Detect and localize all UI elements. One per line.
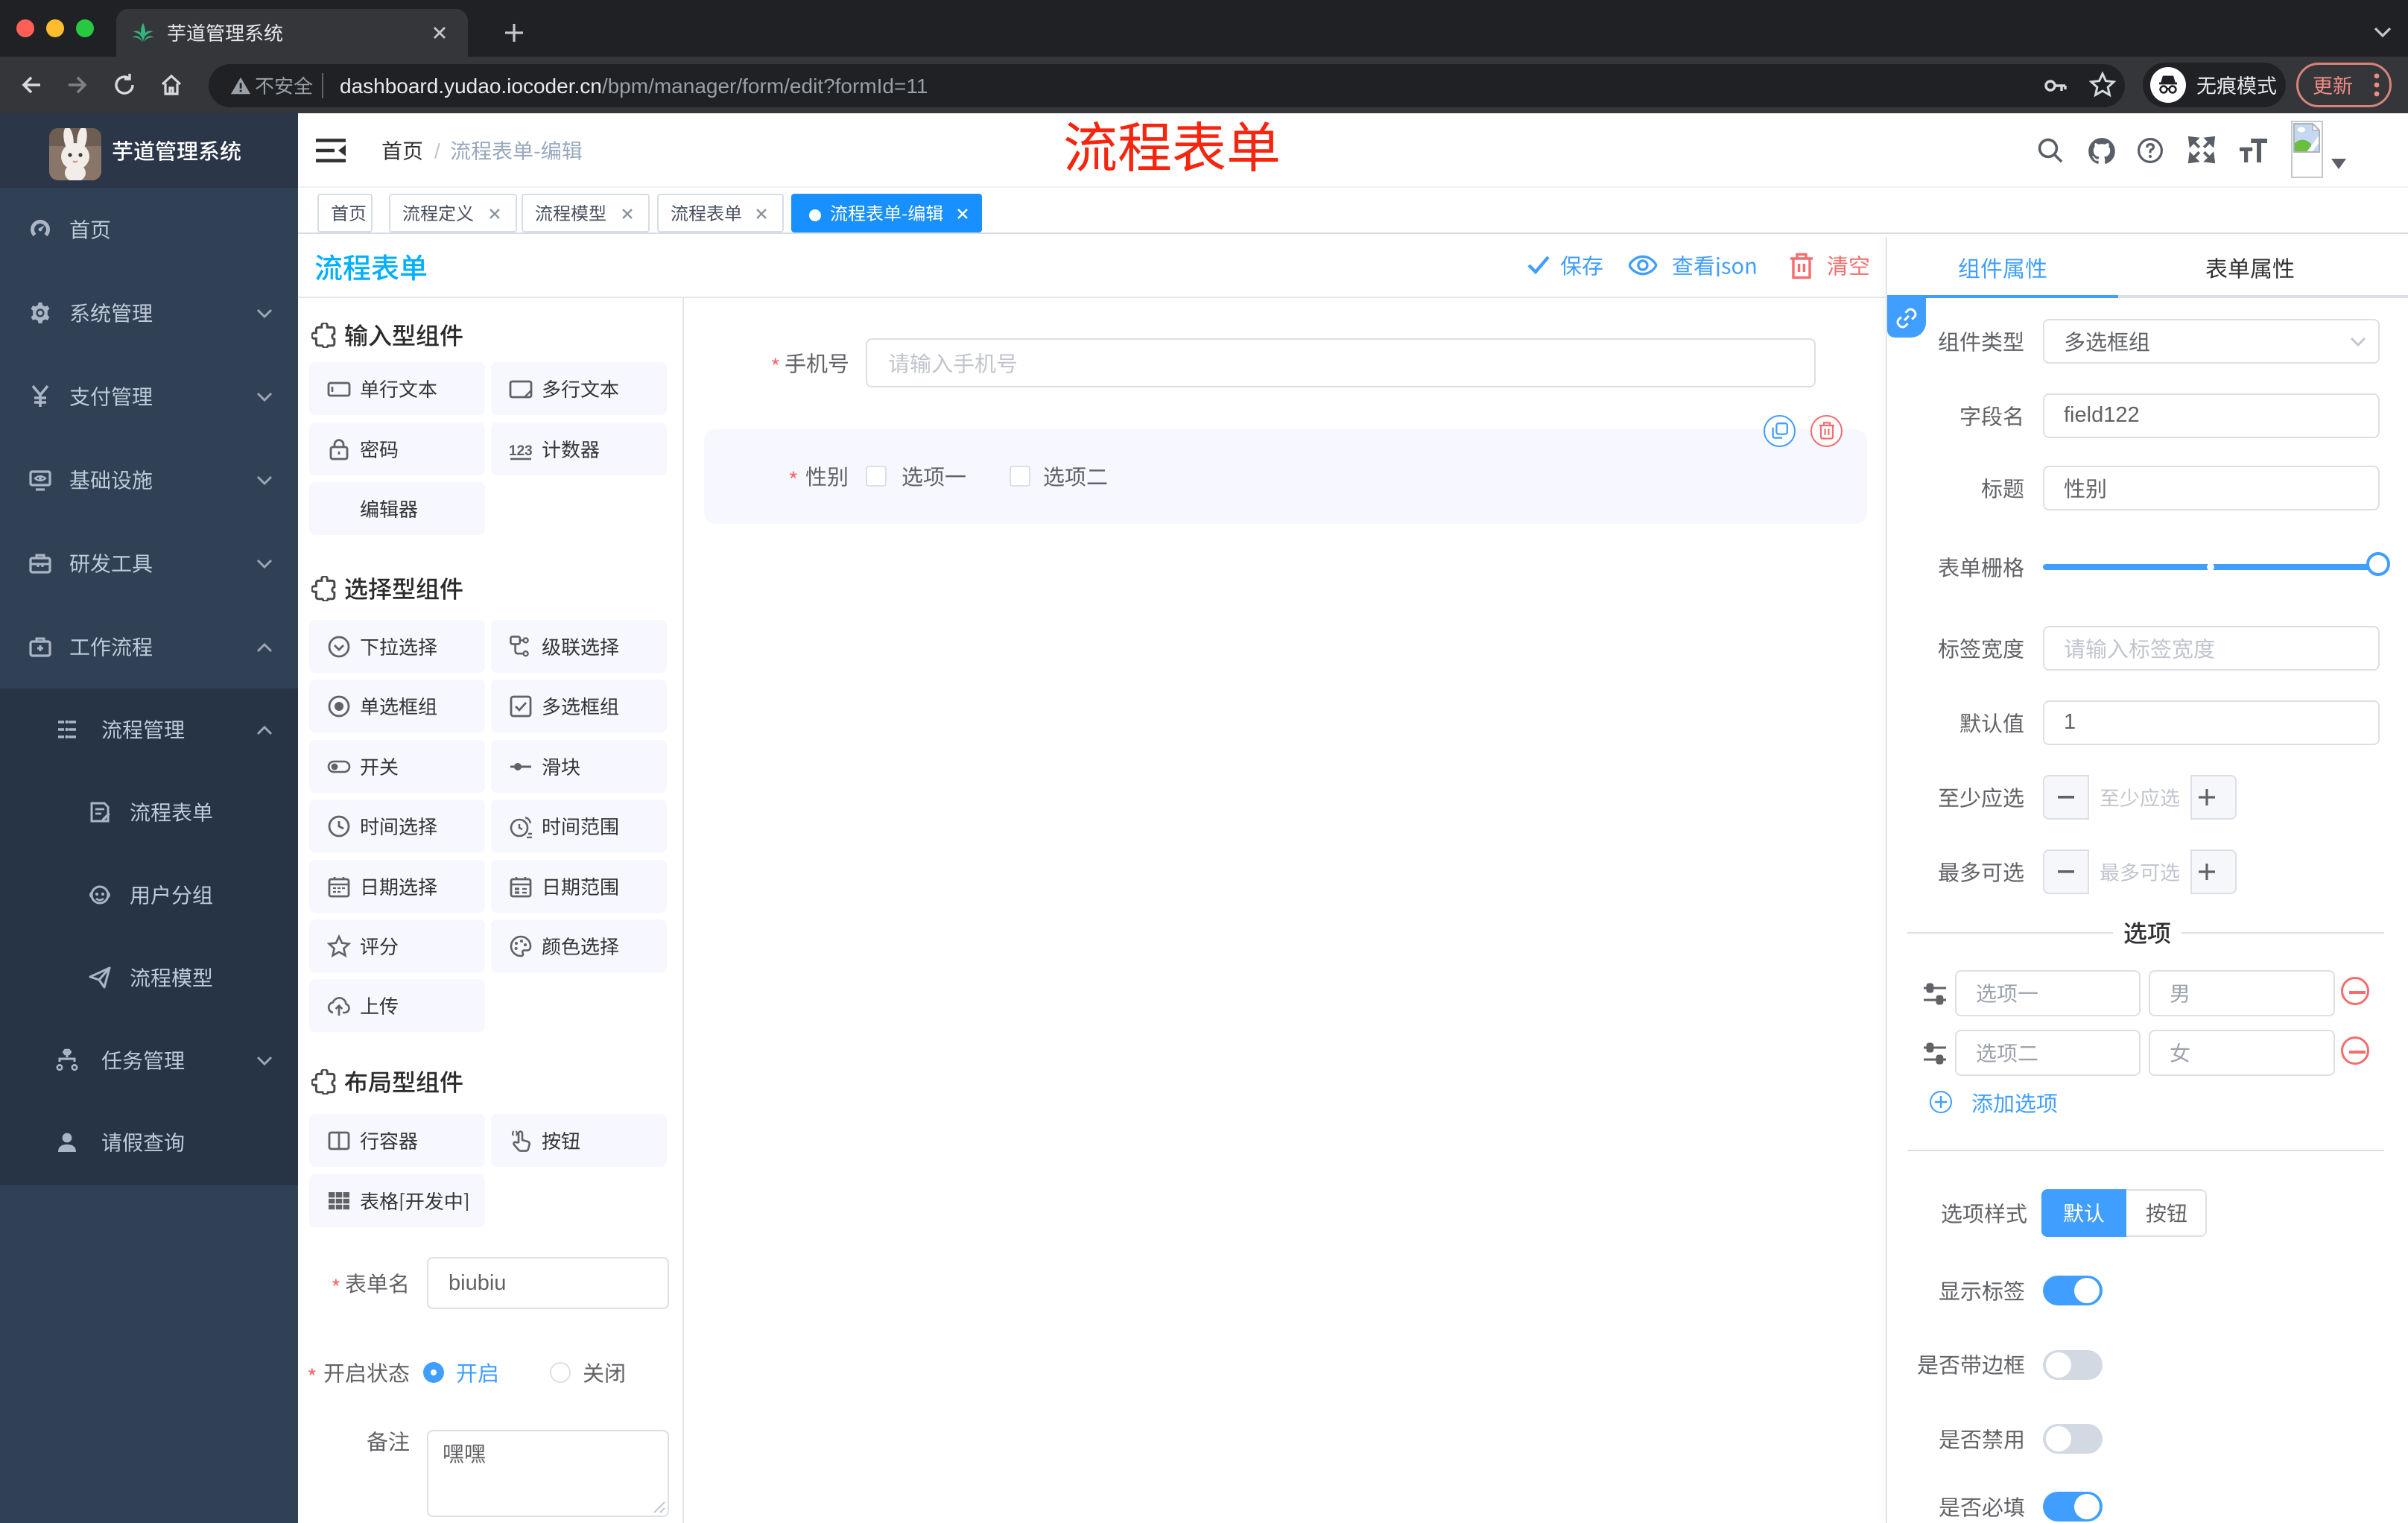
svg-text:123: 123 <box>509 443 533 459</box>
